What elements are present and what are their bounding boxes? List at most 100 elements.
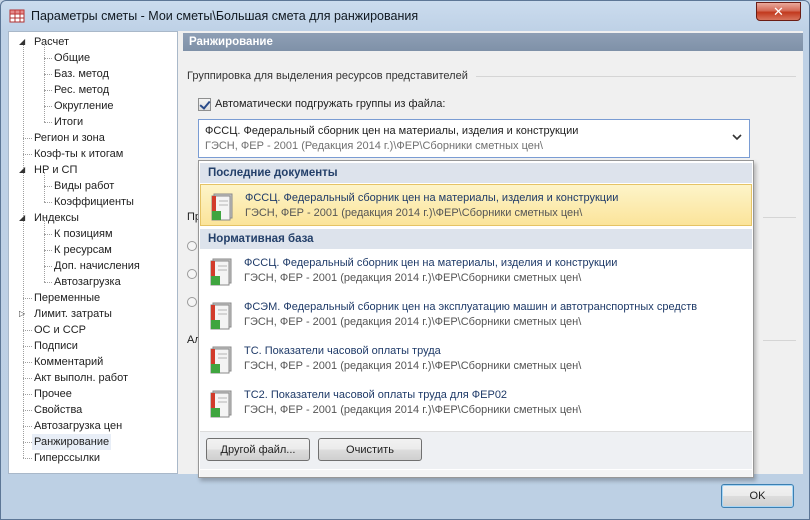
combo-path: ГЭСН, ФЕР - 2001 (Редакция 2014 г.)\ФЕР\… xyxy=(205,140,543,152)
expanded-arrow-icon[interactable]: ◢ xyxy=(19,165,25,174)
tree-item[interactable]: Автозагрузка цен xyxy=(34,418,122,434)
tree-connector xyxy=(44,90,52,91)
tree-item[interactable]: Гиперссылки xyxy=(34,450,100,466)
collapsed-arrow-icon[interactable]: ▷ xyxy=(19,309,25,318)
tree-connector xyxy=(23,154,32,155)
chevron-down-icon[interactable] xyxy=(732,132,742,142)
tree-item[interactable]: Регион и зона xyxy=(34,130,105,146)
expanded-arrow-icon[interactable]: ◢ xyxy=(19,213,25,222)
document-book-icon xyxy=(210,258,232,286)
tree-item[interactable]: Подписи xyxy=(34,338,78,354)
tree-connector xyxy=(44,202,52,203)
tree-item[interactable]: Коэффициенты xyxy=(54,194,134,210)
list-item[interactable]: ТС2. Показатели часовой оплаты труда для… xyxy=(200,382,752,424)
tree-item[interactable]: Переменные xyxy=(34,290,100,306)
item-path: ГЭСН, ФЕР - 2001 (редакция 2014 г.)\ФЕР\… xyxy=(244,316,582,328)
hidden-radio-2[interactable] xyxy=(187,269,197,279)
title-bar[interactable]: Параметры сметы - Мои сметы\Большая смет… xyxy=(1,1,809,31)
tree-item[interactable]: Рес. метод xyxy=(54,82,109,98)
item-title: ТС2. Показатели часовой оплаты труда для… xyxy=(244,389,508,401)
list-item[interactable]: ФСЭМ. Федеральный сборник цен на эксплуа… xyxy=(200,294,752,336)
item-path: ГЭСН, ФЕР - 2001 (редакция 2014 г.)\ФЕР\… xyxy=(244,360,582,372)
window-title: Параметры сметы - Мои сметы\Большая смет… xyxy=(31,9,419,23)
dropdown-resize-bar[interactable] xyxy=(200,470,752,477)
item-path: ГЭСН, ФЕР - 2001 (редакция 2014 г.)\ФЕР\… xyxy=(245,207,583,219)
tree-item[interactable]: К ресурсам xyxy=(54,242,112,258)
minimize-icon[interactable] xyxy=(711,2,737,21)
panel-header: Ранжирование xyxy=(183,33,803,51)
document-book-icon xyxy=(210,302,232,330)
settings-tree[interactable]: Расчет ◢ Общие Баз. метод Рес. метод Округлен… xyxy=(8,31,178,474)
autoload-label[interactable]: Автоматически подгружать группы из файла… xyxy=(215,98,445,110)
tree-item[interactable]: ОС и ССР xyxy=(34,322,86,338)
tree-connector xyxy=(23,298,32,299)
tree-connector xyxy=(23,410,32,411)
tree-item[interactable]: Доп. начисления xyxy=(54,258,140,274)
group-divider xyxy=(476,76,796,77)
document-book-icon xyxy=(210,346,232,374)
list-item[interactable]: ТС. Показатели часовой оплаты труда ГЭСН,… xyxy=(200,338,752,380)
tree-item[interactable]: Коэф-ты к итогам xyxy=(34,146,123,162)
item-title: ФССЦ. Федеральный сборник цен на материа… xyxy=(244,257,618,269)
tree-connector xyxy=(23,138,32,139)
list-item[interactable]: ФССЦ. Федеральный сборник цен на материа… xyxy=(200,184,752,226)
tree-connector xyxy=(44,266,52,267)
close-button[interactable]: ✕ xyxy=(756,2,801,21)
tree-item[interactable]: Ранжирование xyxy=(32,434,112,450)
hidden-radio-1[interactable] xyxy=(187,241,197,251)
item-path: ГЭСН, ФЕР - 2001 (редакция 2014 г.)\ФЕР\… xyxy=(244,404,582,416)
tree-connector xyxy=(44,44,45,122)
tree-connector xyxy=(44,186,52,187)
tree-item[interactable]: Округление xyxy=(54,98,114,114)
item-title: ФССЦ. Федеральный сборник цен на материа… xyxy=(245,192,619,204)
expanded-arrow-icon[interactable]: ◢ xyxy=(19,37,25,46)
tree-connector xyxy=(23,394,32,395)
autoload-checkbox[interactable] xyxy=(198,98,211,111)
dropdown-footer: Другой файл... Очистить xyxy=(200,431,752,469)
tree-connector xyxy=(44,58,52,59)
tree-connector xyxy=(23,42,24,458)
tree-item[interactable]: Прочее xyxy=(34,386,72,402)
tree-item[interactable]: Комментарий xyxy=(34,354,103,370)
tree-item[interactable]: Итоги xyxy=(54,114,83,130)
tree-connector xyxy=(44,282,52,283)
hidden-divider xyxy=(763,340,796,341)
clear-button[interactable]: Очистить xyxy=(318,438,422,461)
list-item[interactable]: ФССЦ. Федеральный сборник цен на материа… xyxy=(200,250,752,292)
tree-connector xyxy=(44,122,52,123)
tree-item[interactable]: Общие xyxy=(54,50,90,66)
document-book-icon xyxy=(211,193,233,221)
group-file-combo[interactable]: ФССЦ. Федеральный сборник цен на материа… xyxy=(198,119,750,158)
tree-connector xyxy=(44,250,52,251)
tree-connector xyxy=(44,172,45,202)
tree-item[interactable]: Расчет xyxy=(34,34,69,50)
tree-connector xyxy=(44,220,45,282)
tree-item[interactable]: Свойства xyxy=(34,402,82,418)
item-title: ФСЭМ. Федеральный сборник цен на эксплуа… xyxy=(244,301,698,313)
tree-connector xyxy=(23,362,32,363)
base-section-header: Нормативная база xyxy=(200,229,752,249)
tree-connector xyxy=(23,378,32,379)
tree-item[interactable]: Баз. метод xyxy=(54,66,109,82)
recent-section-header: Последние документы xyxy=(200,163,752,183)
tree-item[interactable]: Виды работ xyxy=(54,178,114,194)
hidden-radio-3[interactable] xyxy=(187,297,197,307)
item-title: ТС. Показатели часовой оплаты труда xyxy=(244,345,441,357)
tree-item[interactable]: Индексы xyxy=(34,210,79,226)
tree-connector xyxy=(23,458,32,459)
tree-connector xyxy=(23,346,32,347)
tree-connector xyxy=(23,330,32,331)
app-table-icon xyxy=(9,9,25,23)
document-book-icon xyxy=(210,390,232,418)
tree-item[interactable]: Лимит. затраты xyxy=(34,306,112,322)
tree-item[interactable]: Акт выполн. работ xyxy=(34,370,128,386)
tree-item[interactable]: НР и СП xyxy=(34,162,77,178)
other-file-button[interactable]: Другой файл... xyxy=(206,438,310,461)
group-label: Группировка для выделения ресурсов предс… xyxy=(187,70,468,82)
tree-connector xyxy=(44,74,52,75)
tree-connector xyxy=(44,106,52,107)
tree-item[interactable]: К позициям xyxy=(54,226,113,242)
ok-button[interactable]: OK xyxy=(721,484,794,508)
tree-item[interactable]: Автозагрузка xyxy=(54,274,121,290)
hidden-divider-2 xyxy=(763,217,796,218)
